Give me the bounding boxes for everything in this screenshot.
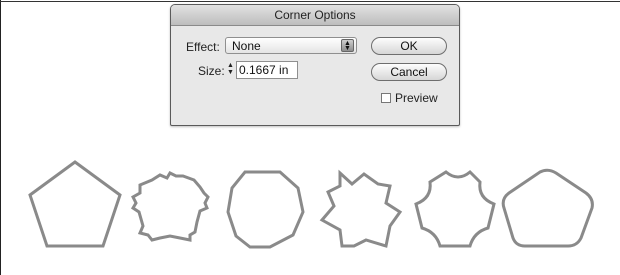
pentagon-inset-corners	[319, 169, 403, 248]
corner-effect-examples	[28, 160, 594, 249]
pentagon-rounded-corners	[501, 168, 594, 248]
pentagon-inverse-rounded-corners	[414, 169, 496, 248]
pentagon-plain	[28, 160, 122, 248]
pentagon-bevel-corners	[226, 170, 305, 249]
pentagon-fancy-corners	[130, 171, 210, 242]
